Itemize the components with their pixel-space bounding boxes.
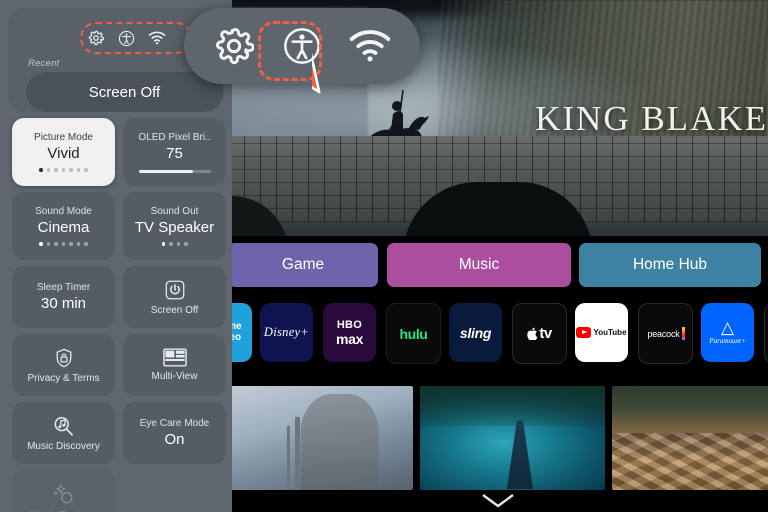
app-youtube[interactable]: YouTube xyxy=(575,303,628,362)
magnified-gear-icon[interactable] xyxy=(212,24,256,68)
tile-row: Privacy & Terms Multi-View xyxy=(12,334,226,396)
tile-sound-out[interactable]: Sound Out TV Speaker xyxy=(123,192,226,260)
tile-picture-mode[interactable]: Picture Mode Vivid xyxy=(12,118,115,186)
chevron-down-icon xyxy=(482,494,514,508)
app-next-partial[interactable] xyxy=(764,303,768,364)
tile-oled-value: 75 xyxy=(166,144,183,162)
bridge-arch xyxy=(403,182,593,236)
tile-sleep-timer-value: 30 min xyxy=(40,295,87,312)
thumb-wooden-maze[interactable] xyxy=(612,386,768,490)
app-peacock-logo: peacock xyxy=(647,326,685,340)
app-hbo-max-logo: HBO max xyxy=(335,318,364,347)
category-music[interactable]: Music xyxy=(387,243,571,287)
app-paramount-plus[interactable]: △ Paramount+ xyxy=(701,303,754,362)
app-hulu[interactable]: hulu xyxy=(386,303,441,364)
power-icon xyxy=(164,279,186,301)
tile-sound-mode-value: Cinema xyxy=(37,219,90,237)
category-row: Game Music Home Hub xyxy=(228,243,768,287)
quick-settings-panel: Recent Screen Off Picture Mode Vivid OLE… xyxy=(0,0,232,512)
app-hbo-max[interactable]: HBO max xyxy=(323,303,376,362)
music-search-icon xyxy=(52,415,76,437)
shield-lock-icon xyxy=(53,347,75,369)
tile-row: Sound Mode Cinema Sound Out TV Speaker xyxy=(12,192,226,260)
accessibility-icon[interactable] xyxy=(117,29,136,48)
tile-row: Picture Mode Vivid OLED Pixel Bri.. 75 xyxy=(12,118,226,186)
tile-eye-care-value: On xyxy=(164,431,185,448)
gear-icon[interactable] xyxy=(86,29,105,48)
quick-settings-tiles: Picture Mode Vivid OLED Pixel Bri.. 75 S… xyxy=(12,118,226,512)
app-row: prime video Disney+ HBO max hulu sling xyxy=(204,303,768,365)
app-paramount-plus-logo: △ Paramount+ xyxy=(709,318,746,345)
tile-oled-label: OLED Pixel Bri.. xyxy=(138,131,211,143)
magnified-icon-overlay xyxy=(184,8,420,84)
app-hulu-logo: hulu xyxy=(399,325,428,342)
tile-row: Music Discovery Eye Care Mode On xyxy=(12,402,226,464)
category-home-hub[interactable]: Home Hub xyxy=(579,243,761,287)
tile-sound-mode[interactable]: Sound Mode Cinema xyxy=(12,192,115,260)
scroll-down-chevron[interactable] xyxy=(228,492,768,510)
tile-music-discovery-caption: Music Discovery xyxy=(27,440,100,452)
tile-sleep-timer-label: Sleep Timer xyxy=(36,282,91,293)
app-sling-logo: sling xyxy=(459,324,492,341)
tile-picture-mode-label: Picture Mode xyxy=(34,132,93,144)
header-icon-row xyxy=(74,20,178,56)
tile-oled-pixel-brightness[interactable]: OLED Pixel Bri.. 75 xyxy=(123,118,226,186)
app-disney-plus-logo: Disney+ xyxy=(263,325,310,339)
category-music-label: Music xyxy=(458,256,500,273)
content-thumbnail-row xyxy=(228,386,768,496)
wifi-icon[interactable] xyxy=(147,29,166,48)
tile-row: Magic Explorer xyxy=(12,470,226,512)
thumb-statue-knight[interactable] xyxy=(228,386,413,490)
tile-screen-off[interactable]: Screen Off xyxy=(123,266,226,328)
youtube-play-icon xyxy=(576,327,592,338)
sound-mode-pagination xyxy=(39,242,88,246)
tile-magic-explorer[interactable]: Magic Explorer xyxy=(12,470,115,512)
tile-sound-out-label: Sound Out xyxy=(150,206,199,218)
apple-icon xyxy=(527,327,538,340)
recent-label: Recent xyxy=(28,58,60,69)
tile-privacy-terms[interactable]: Privacy & Terms xyxy=(12,334,115,396)
tile-sound-out-value: TV Speaker xyxy=(134,219,215,237)
mountain-icon: △ xyxy=(720,318,735,338)
tv-home-screen: KING BLAKE Game Music Home Hub prime vid… xyxy=(0,0,768,512)
app-apple-tv-logo: tv xyxy=(527,325,552,342)
recent-screen-off-label: Screen Off xyxy=(88,83,161,101)
category-game[interactable]: Game xyxy=(228,243,378,287)
tile-multi-view[interactable]: Multi-View xyxy=(123,334,226,396)
recent-screen-off-button[interactable]: Screen Off xyxy=(26,72,223,112)
app-sling[interactable]: sling xyxy=(449,303,502,362)
tile-screen-off-caption: Screen Off xyxy=(150,304,199,316)
app-disney-plus[interactable]: Disney+ xyxy=(260,303,313,362)
sound-out-pagination xyxy=(161,242,188,246)
tile-privacy-caption: Privacy & Terms xyxy=(27,372,100,384)
tile-sound-mode-label: Sound Mode xyxy=(35,206,92,218)
picture-mode-pagination xyxy=(39,168,88,172)
magnified-focus-highlight xyxy=(258,21,322,81)
oled-brightness-slider[interactable] xyxy=(138,169,211,173)
multiview-icon xyxy=(162,348,187,367)
category-home-hub-label: Home Hub xyxy=(632,256,708,273)
thumb-woman-mist[interactable] xyxy=(420,386,605,490)
app-peacock[interactable]: peacock xyxy=(638,303,693,364)
tile-music-discovery[interactable]: Music Discovery xyxy=(12,402,115,464)
app-youtube-logo: YouTube xyxy=(576,327,627,338)
tile-picture-mode-value: Vivid xyxy=(47,145,80,163)
tile-eye-care-mode[interactable]: Eye Care Mode On xyxy=(123,402,226,464)
hero-title: KING BLAKE xyxy=(535,99,768,138)
tile-multi-view-caption: Multi-View xyxy=(151,371,198,382)
magnified-wifi-icon[interactable] xyxy=(348,24,392,68)
bridge-arch-small xyxy=(228,196,288,236)
category-game-label: Game xyxy=(281,256,325,273)
tile-row: Sleep Timer 30 min Screen Off xyxy=(12,266,226,328)
hero-bridge xyxy=(228,136,768,236)
tile-eye-care-label: Eye Care Mode xyxy=(139,418,210,429)
magic-explorer-icon xyxy=(52,482,76,506)
tile-sleep-timer[interactable]: Sleep Timer 30 min xyxy=(12,266,115,328)
app-apple-tv[interactable]: tv xyxy=(512,303,567,364)
